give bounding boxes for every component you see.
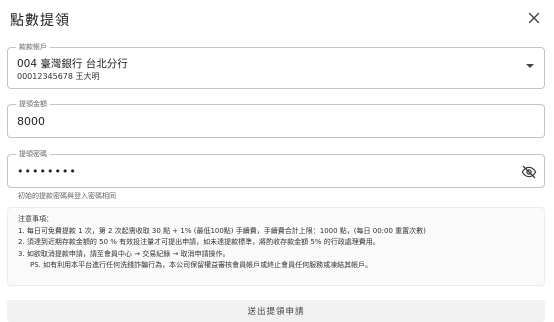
- close-icon[interactable]: [526, 10, 542, 26]
- account-select-label: 款款帳戶: [16, 42, 50, 52]
- account-select[interactable]: 款款帳戶 004 臺灣銀行 台北分行 00012345678 王大明: [7, 42, 545, 89]
- notice-line: 3. 如欲取消提款申請，請至會員中心 → 交易紀錄 → 取消申請操作。: [18, 249, 230, 258]
- dialog-title: 點數提領: [10, 13, 70, 29]
- amount-field-wrapper: 提領金額: [7, 99, 545, 138]
- notice-line: 2. 須達到近期存款金額的 50 % 有效投注量才可提出申請，如未達提款標準，將…: [18, 238, 380, 246]
- password-field-wrapper: 提領密碼: [7, 149, 545, 188]
- password-helper-text: 初始的提款密碼與登入密碼相同: [18, 192, 116, 200]
- notice-line: 1. 每日可免費提款 1 次，第 2 次起需收取 30 點 + 1% (最低10…: [18, 226, 426, 235]
- notice-box: 注意事項： 1. 每日可免費提款 1 次，第 2 次起需收取 30 點 + 1%…: [7, 207, 545, 286]
- submit-withdraw-button[interactable]: 送出提領申請: [7, 300, 545, 322]
- notice-heading: 注意事項：: [18, 215, 53, 223]
- account-number-holder: 00012345678 王大明: [17, 72, 100, 81]
- notice-line: PS. 如有利用本平台進行任何洗錢詐騙行為，本公司保留權益審核會員帳戶或終止會員…: [30, 261, 373, 269]
- dropdown-caret-icon: [526, 64, 534, 68]
- withdraw-dialog: 點數提領 款款帳戶 004 臺灣銀行 台北分行 00012345678 王大明 …: [0, 0, 554, 322]
- visibility-off-icon[interactable]: [521, 164, 537, 180]
- amount-input[interactable]: [17, 105, 487, 137]
- password-input[interactable]: [17, 155, 487, 187]
- account-bank-name: 004 臺灣銀行 台北分行: [17, 58, 128, 70]
